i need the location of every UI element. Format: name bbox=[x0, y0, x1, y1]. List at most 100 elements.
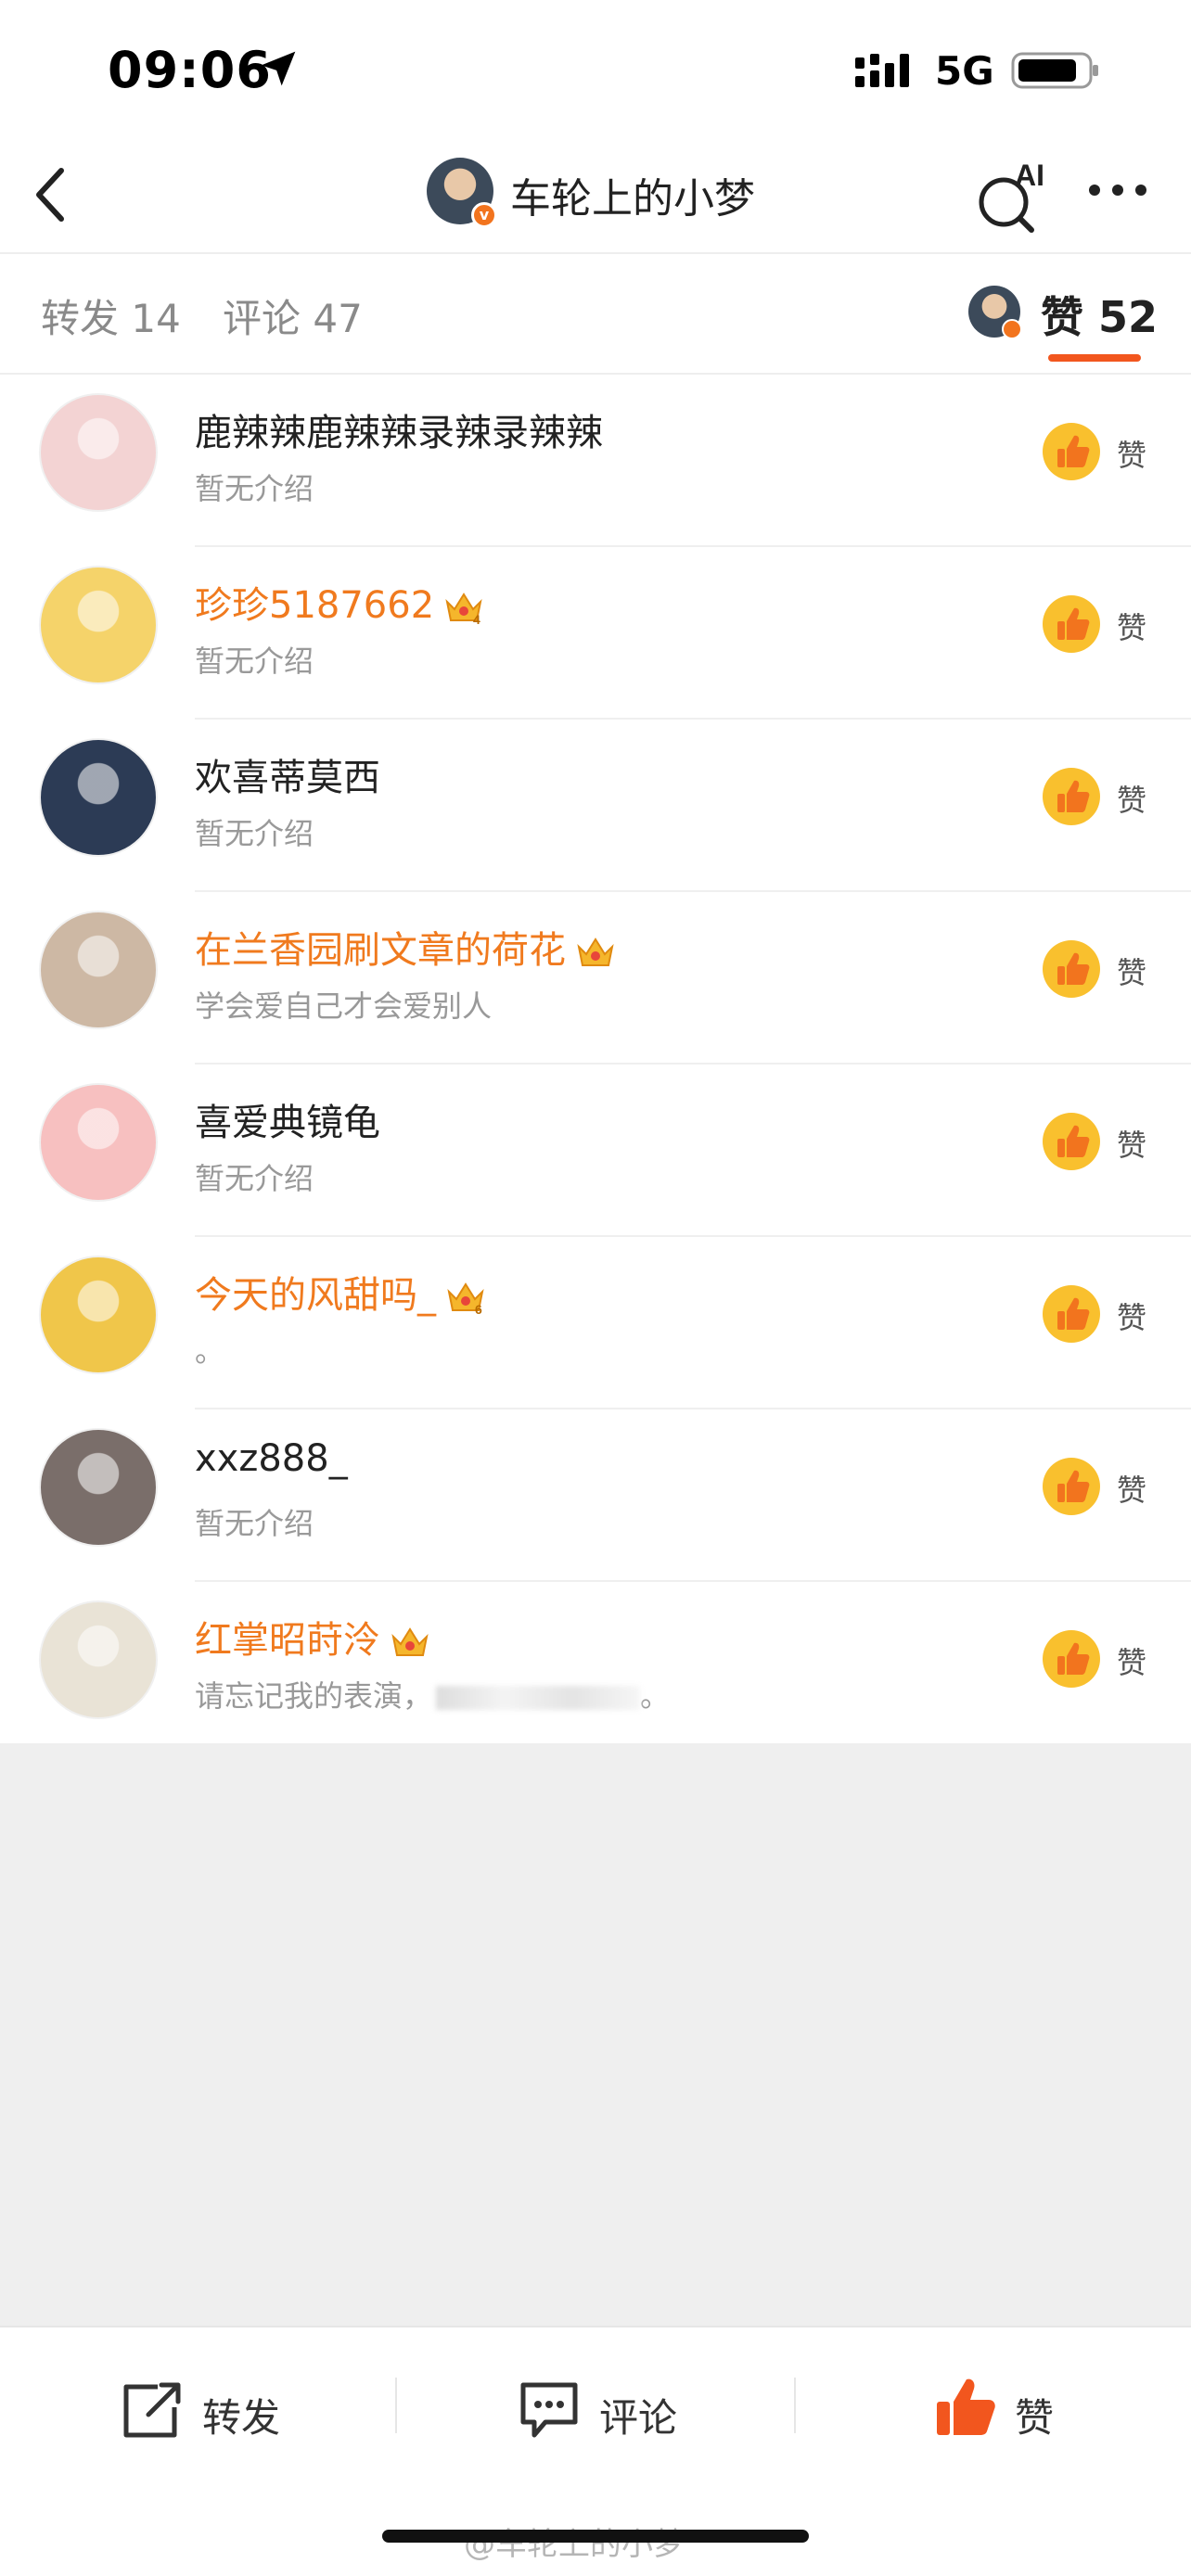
liker-name[interactable]: 红掌昭莳泠 bbox=[195, 1610, 430, 1664]
liker-name[interactable]: 欢喜蒂莫西 bbox=[195, 747, 380, 801]
liker-row[interactable]: 欢喜蒂莫西暂无介绍 赞 bbox=[0, 720, 1191, 892]
liker-description: 学会爱自己才会爱别人 bbox=[195, 983, 492, 1026]
liker-description: 暂无介绍 bbox=[195, 1155, 314, 1198]
liker-avatar[interactable] bbox=[39, 566, 158, 684]
liker-name-text: 今天的风甜吗_ bbox=[195, 1274, 436, 1317]
thumbs-up-icon[interactable] bbox=[1043, 1285, 1100, 1343]
thumbs-up-icon[interactable] bbox=[1043, 423, 1100, 480]
vip-crown-icon bbox=[391, 1627, 429, 1656]
thumbs-up-icon bbox=[937, 2378, 995, 2435]
liker-name-text: xxz888_ bbox=[195, 1437, 348, 1480]
liker-name[interactable]: 在兰香园刷文章的荷花 bbox=[195, 920, 616, 974]
like-label: 赞 bbox=[1117, 1128, 1147, 1163]
liker-description-text: 暂无介绍 bbox=[195, 471, 314, 506]
liker-row[interactable]: 今天的风甜吗_ 6 。 赞 bbox=[0, 1237, 1191, 1409]
thumbs-up-icon[interactable] bbox=[1043, 1630, 1100, 1688]
liker-name[interactable]: 珍珍5187662 4 bbox=[195, 575, 484, 629]
thumbs-up-icon[interactable] bbox=[1043, 940, 1100, 998]
thumbs-up-icon[interactable] bbox=[1043, 1113, 1100, 1170]
like-label: 赞 bbox=[1015, 2395, 1055, 2441]
thumbs-up-icon[interactable] bbox=[1043, 1458, 1100, 1515]
status-bar: 09:06 5G bbox=[0, 0, 1191, 139]
ai-search-icon[interactable]: AI bbox=[974, 152, 1048, 236]
home-indicator bbox=[382, 2530, 809, 2543]
liker-description: 暂无介绍 bbox=[195, 810, 314, 853]
liker-name-text: 喜爱典镜龟 bbox=[195, 1102, 380, 1144]
divider bbox=[794, 2378, 796, 2433]
share-icon bbox=[123, 2382, 181, 2438]
liker-row[interactable]: 珍珍5187662 4 暂无介绍 赞 bbox=[0, 547, 1191, 720]
like-button[interactable]: 赞 bbox=[933, 2365, 1119, 2457]
liker-row[interactable]: 鹿辣辣鹿辣辣录辣录辣辣暂无介绍 赞 bbox=[0, 375, 1191, 547]
tab-like[interactable]: 赞 52 bbox=[1041, 284, 1158, 345]
liker-avatar[interactable] bbox=[39, 393, 158, 512]
liker-avatar[interactable] bbox=[39, 1428, 158, 1547]
liker-description-text: 暂无介绍 bbox=[195, 644, 314, 679]
nav-bar: v 车轮上的小梦 AI bbox=[0, 139, 1191, 252]
liker-name-text: 欢喜蒂莫西 bbox=[195, 757, 380, 799]
liker-avatar[interactable] bbox=[39, 1083, 158, 1202]
liker-avatar[interactable] bbox=[39, 1256, 158, 1374]
like-label: 赞 bbox=[1117, 1645, 1147, 1680]
liker-description-end: 。 bbox=[640, 1678, 671, 1714]
battery-icon bbox=[1011, 52, 1098, 89]
liker-description: 。 bbox=[195, 1328, 224, 1371]
liker-description: 暂无介绍 bbox=[195, 638, 314, 681]
tab-comment[interactable]: 评论 47 bbox=[223, 287, 363, 344]
divider bbox=[395, 2378, 397, 2433]
liker-description-text: 暂无介绍 bbox=[195, 816, 314, 851]
liker-name[interactable]: 今天的风甜吗_ 6 bbox=[195, 1265, 486, 1319]
redacted-text bbox=[436, 1686, 641, 1710]
liker-avatar[interactable] bbox=[39, 911, 158, 1029]
liker-description-text: 学会爱自己才会爱别人 bbox=[195, 988, 493, 1024]
liker-name-text: 红掌昭莳泠 bbox=[195, 1619, 380, 1662]
liker-name[interactable]: 喜爱典镜龟 bbox=[195, 1092, 380, 1146]
liker-row[interactable]: 在兰香园刷文章的荷花学会爱自己才会爱别人 赞 bbox=[0, 892, 1191, 1065]
vip-crown-icon: 4 bbox=[445, 593, 482, 626]
liker-avatar[interactable] bbox=[39, 1600, 158, 1719]
more-options-icon[interactable] bbox=[1085, 176, 1150, 204]
like-label: 赞 bbox=[1117, 955, 1147, 990]
vip-level: 6 bbox=[475, 1302, 482, 1316]
repost-button[interactable]: 转发 bbox=[121, 2365, 306, 2457]
network-type: 5G bbox=[935, 48, 994, 94]
comment-button[interactable]: 评论 bbox=[518, 2365, 703, 2457]
verified-badge-icon bbox=[1002, 319, 1022, 339]
liker-name-text: 鹿辣辣鹿辣辣录辣录辣辣 bbox=[195, 412, 603, 454]
like-label: 赞 bbox=[1117, 1300, 1147, 1335]
status-time: 09:06 bbox=[108, 41, 272, 99]
liker-description-text: 暂无介绍 bbox=[195, 1161, 314, 1196]
like-label: 赞 bbox=[1117, 610, 1147, 645]
liker-description: 暂无介绍 bbox=[195, 1500, 314, 1543]
thumbs-up-icon[interactable] bbox=[1043, 595, 1100, 653]
back-chevron-icon[interactable] bbox=[28, 158, 74, 232]
liker-description-text: 。 bbox=[195, 1333, 225, 1369]
liker-name[interactable]: 鹿辣辣鹿辣辣录辣录辣辣 bbox=[195, 402, 603, 456]
liker-description: 暂无介绍 bbox=[195, 465, 314, 508]
like-label: 赞 bbox=[1117, 783, 1147, 818]
liker-row[interactable]: 喜爱典镜龟暂无介绍 赞 bbox=[0, 1065, 1191, 1237]
cellular-signal-icon bbox=[855, 54, 909, 87]
vip-crown-icon: 6 bbox=[447, 1282, 484, 1316]
liker-row[interactable]: xxz888_ 暂无介绍 赞 bbox=[0, 1409, 1191, 1582]
liker-description: 请忘记我的表演， 。 bbox=[195, 1673, 670, 1715]
liker-avatar[interactable] bbox=[39, 738, 158, 857]
liker-list: 鹿辣辣鹿辣辣录辣录辣辣 暂无介绍赞珍珍5187662 4 暂无介绍赞欢喜蒂莫西 暂无介绍… bbox=[0, 375, 1191, 1754]
liker-name[interactable]: xxz888_ bbox=[195, 1437, 348, 1480]
vip-crown-icon bbox=[577, 937, 614, 966]
comment-icon bbox=[520, 2382, 578, 2438]
author-name[interactable]: 车轮上的小梦 bbox=[510, 165, 755, 224]
liker-description-text: 暂无介绍 bbox=[195, 1506, 314, 1541]
repost-label: 转发 bbox=[202, 2395, 281, 2441]
liker-name-text: 在兰香园刷文章的荷花 bbox=[195, 929, 566, 972]
empty-area bbox=[0, 1743, 1191, 2326]
liker-description-text: 请忘记我的表演， bbox=[195, 1678, 433, 1714]
location-arrow-icon bbox=[261, 51, 296, 86]
liker-row[interactable]: 红掌昭莳泠请忘记我的表演， 。 赞 bbox=[0, 1582, 1191, 1754]
vip-level: 4 bbox=[473, 612, 480, 626]
like-label: 赞 bbox=[1117, 438, 1147, 473]
active-tab-indicator bbox=[1048, 354, 1141, 362]
thumbs-up-icon[interactable] bbox=[1043, 768, 1100, 825]
tab-repost[interactable]: 转发 14 bbox=[41, 287, 181, 344]
ai-label: AI bbox=[1015, 159, 1044, 192]
